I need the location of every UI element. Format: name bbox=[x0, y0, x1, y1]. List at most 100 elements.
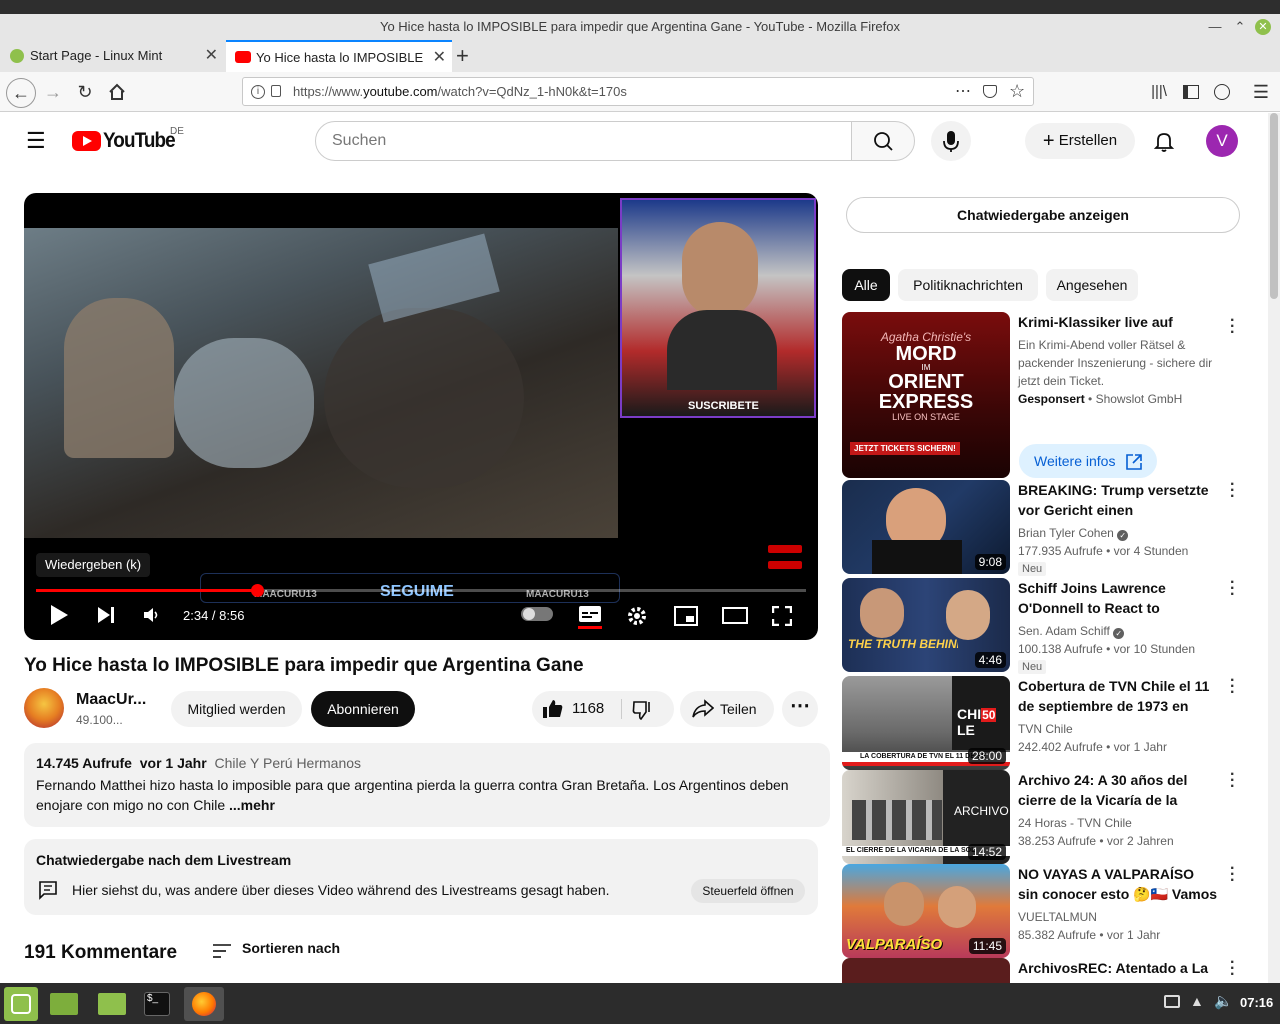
recommended-video[interactable]: 9:08 BREAKING: Trump versetzte vor Geric… bbox=[842, 477, 1242, 576]
ad-thumbnail[interactable]: Agatha Christie's MORD IM ORIENT EXPRESS… bbox=[842, 312, 1010, 478]
recommended-video[interactable]: VALPARAÍSO 11:45 NO VAYAS A VALPARAÍSO s… bbox=[842, 861, 1242, 958]
share-button[interactable]: Teilen bbox=[680, 691, 774, 727]
more-actions-button[interactable]: ⋯ bbox=[782, 691, 818, 727]
new-tab-icon[interactable]: + bbox=[456, 43, 469, 69]
voice-search-button[interactable] bbox=[931, 121, 971, 161]
terminal-icon[interactable]: $_ bbox=[140, 987, 174, 1021]
video-thumbnail[interactable]: CHI50 LE LA COBERTURA DE TVN EL 11 DE SE … bbox=[842, 676, 1010, 770]
sponsored-ad[interactable]: Agatha Christie's MORD IM ORIENT EXPRESS… bbox=[842, 312, 1242, 480]
close-tab-icon[interactable]: ✕ bbox=[205, 40, 218, 72]
forward-icon[interactable]: → bbox=[42, 81, 64, 103]
channel-name[interactable]: MaacUr... bbox=[76, 691, 146, 709]
chip-politics-news[interactable]: Politiknachrichten bbox=[898, 269, 1038, 301]
account-icon[interactable] bbox=[1211, 81, 1233, 103]
show-chat-replay-button[interactable]: Chatwiedergabe anzeigen bbox=[846, 197, 1240, 233]
sidebar-toggle-icon[interactable] bbox=[1180, 81, 1202, 103]
video-title[interactable]: NO VAYAS A VALPARAÍSO sin conocer esto 🤔… bbox=[1018, 864, 1218, 904]
autoplay-toggle[interactable] bbox=[521, 607, 553, 621]
bookmark-star-icon[interactable]: ☆ bbox=[1009, 78, 1025, 105]
video-more-icon[interactable]: · · · bbox=[1230, 861, 1238, 889]
progress-bar[interactable] bbox=[36, 584, 806, 597]
reload-icon[interactable]: ↻ bbox=[74, 81, 96, 103]
chip-watched[interactable]: Angesehen bbox=[1046, 269, 1138, 301]
page-actions-icon[interactable]: ⋯ bbox=[955, 78, 972, 105]
show-more-link[interactable]: ...mehr bbox=[229, 797, 275, 813]
video-thumbnail[interactable]: THE TRUTH BEHIND THE PLAN 4:46 bbox=[842, 578, 1010, 672]
clock[interactable]: 07:16 bbox=[1240, 995, 1273, 1010]
search-input[interactable]: Suchen bbox=[315, 121, 852, 161]
video-more-icon[interactable]: · · · bbox=[1230, 575, 1238, 603]
ad-cta-button[interactable]: Weitere infos bbox=[1019, 444, 1157, 478]
minimize-icon[interactable]: — bbox=[1207, 19, 1223, 35]
video-title[interactable]: Archivo 24: A 30 años del cierre de la V… bbox=[1018, 770, 1218, 810]
video-player[interactable]: SUSCRIBETE MAACURU13 SEGUIME MAACURU13 W… bbox=[24, 193, 818, 640]
recommended-video[interactable]: ARCHIVO EL CIERRE DE LA VICARÍA DE LA SO… bbox=[842, 767, 1242, 864]
recommended-video[interactable]: THE TRUTH BEHIND THE PLAN 4:46 Schiff Jo… bbox=[842, 575, 1242, 674]
video-thumbnail[interactable]: ARCHIVO EL CIERRE DE LA VICARÍA DE LA SO… bbox=[842, 770, 1010, 864]
video-title[interactable]: ArchivosREC: Atentado a La bbox=[1018, 958, 1218, 983]
description-box[interactable]: 14.745 Aufrufe vor 1 Jahr Chile Y Perú H… bbox=[24, 743, 830, 827]
mute-button[interactable] bbox=[142, 606, 162, 624]
video-more-icon[interactable]: · · · bbox=[1230, 673, 1238, 701]
back-icon[interactable]: ← bbox=[6, 78, 36, 108]
channel-name[interactable]: Sen. Adam Schiff bbox=[1018, 624, 1110, 638]
theater-mode-button[interactable] bbox=[722, 607, 748, 625]
next-button[interactable] bbox=[96, 606, 116, 624]
page-scrollbar[interactable] bbox=[1268, 113, 1280, 983]
play-button[interactable] bbox=[48, 603, 70, 627]
channel-name[interactable]: TVN Chile bbox=[1018, 722, 1073, 736]
pocket-icon[interactable] bbox=[983, 85, 997, 98]
ad-more-icon[interactable]: · · · bbox=[1230, 313, 1238, 341]
recommended-video[interactable]: CHI50 LE LA COBERTURA DE TVN EL 11 DE SE … bbox=[842, 673, 1242, 770]
video-more-icon[interactable]: · · · bbox=[1230, 767, 1238, 795]
video-thumbnail[interactable] bbox=[842, 958, 1010, 983]
menu-icon[interactable]: ☰ bbox=[1250, 81, 1272, 103]
tab-youtube[interactable]: Yo Hice hasta lo IMPOSIBLE ✕ bbox=[226, 40, 452, 72]
dislike-button[interactable] bbox=[632, 700, 654, 720]
file-manager-icon[interactable] bbox=[94, 987, 128, 1021]
lock-icon[interactable] bbox=[271, 85, 281, 97]
video-title[interactable]: Cobertura de TVN Chile el 11 de septiemb… bbox=[1018, 676, 1218, 716]
video-title[interactable]: Schiff Joins Lawrence O'Donnell to React… bbox=[1018, 578, 1218, 618]
recommended-video[interactable]: ArchivosREC: Atentado a La · · · bbox=[842, 958, 1242, 983]
channel-name[interactable]: 24 Horas - TVN Chile bbox=[1018, 816, 1132, 830]
create-button[interactable]: + Erstellen bbox=[1025, 123, 1135, 159]
home-icon[interactable] bbox=[106, 81, 128, 103]
open-panel-button[interactable]: Steuerfeld öffnen bbox=[691, 879, 805, 903]
mint-menu-icon[interactable] bbox=[4, 987, 38, 1021]
join-button[interactable]: Mitglied werden bbox=[171, 691, 302, 727]
maximize-icon[interactable]: ⌃ bbox=[1232, 19, 1248, 35]
chip-all[interactable]: Alle bbox=[842, 269, 890, 301]
library-icon[interactable]: |||\ bbox=[1148, 81, 1170, 103]
guide-menu-icon[interactable]: ☰ bbox=[26, 128, 46, 154]
subtitles-button[interactable] bbox=[578, 603, 602, 629]
show-desktop-icon[interactable] bbox=[46, 987, 80, 1021]
channel-name[interactable]: VUELTALMUN bbox=[1018, 910, 1097, 924]
video-more-icon[interactable]: · · · bbox=[1230, 958, 1238, 983]
settings-button[interactable] bbox=[626, 605, 648, 627]
fullscreen-button[interactable] bbox=[772, 606, 792, 626]
video-title[interactable]: BREAKING: Trump versetzte vor Gericht ei… bbox=[1018, 480, 1218, 520]
search-button[interactable] bbox=[851, 121, 915, 161]
url-bar[interactable]: i https://www.youtube.com/watch?v=QdNz_1… bbox=[242, 77, 1034, 106]
tab-start-page[interactable]: Start Page - Linux Mint ✕ bbox=[0, 40, 224, 72]
scrollbar-thumb[interactable] bbox=[1270, 113, 1278, 299]
channel-avatar[interactable] bbox=[24, 688, 64, 728]
video-thumbnail[interactable]: VALPARAÍSO 11:45 bbox=[842, 864, 1010, 958]
description-tags[interactable]: Chile Y Perú Hermanos bbox=[214, 755, 361, 771]
subscribe-button[interactable]: Abonnieren bbox=[311, 691, 415, 727]
close-window-icon[interactable]: ✕ bbox=[1255, 19, 1271, 35]
close-tab-icon[interactable]: ✕ bbox=[428, 42, 446, 72]
ad-title[interactable]: Krimi-Klassiker live auf Bühne bbox=[1018, 312, 1218, 332]
avatar[interactable]: V bbox=[1206, 125, 1238, 157]
video-thumbnail[interactable]: 9:08 bbox=[842, 480, 1010, 574]
printer-icon[interactable] bbox=[1164, 995, 1180, 1008]
video-more-icon[interactable]: · · · bbox=[1230, 477, 1238, 505]
firefox-taskbar-icon[interactable] bbox=[184, 987, 224, 1021]
scrubber-handle[interactable] bbox=[250, 584, 264, 597]
notifications-button[interactable] bbox=[1150, 127, 1178, 155]
like-button[interactable] bbox=[542, 699, 564, 719]
volume-tray-icon[interactable]: 🔈 bbox=[1214, 992, 1233, 1010]
channel-name[interactable]: Brian Tyler Cohen bbox=[1018, 526, 1114, 540]
network-icon[interactable]: ▲ bbox=[1190, 993, 1204, 1009]
